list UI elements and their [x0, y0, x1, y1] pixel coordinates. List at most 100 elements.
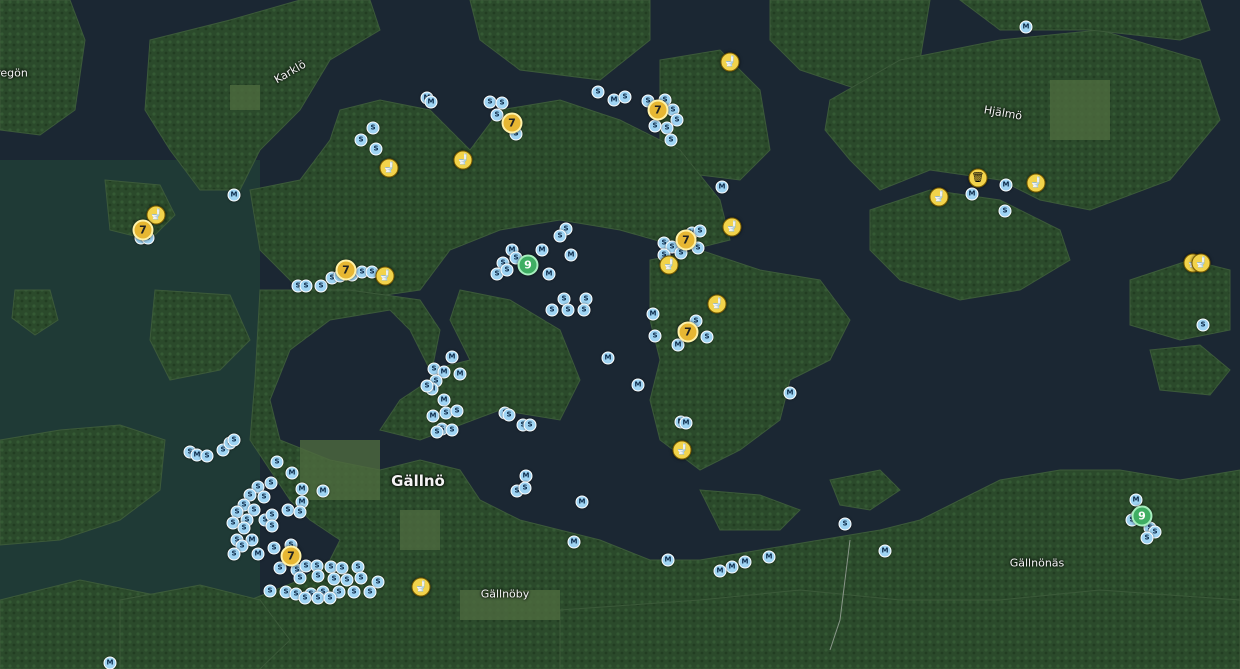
service-marker[interactable]: S — [354, 571, 368, 585]
mooring-marker[interactable]: M — [601, 351, 615, 365]
service-marker[interactable]: S — [553, 229, 567, 243]
service-marker[interactable]: S — [998, 204, 1012, 218]
mooring-marker[interactable]: M — [437, 393, 451, 407]
mooring-marker[interactable]: M — [679, 416, 693, 430]
marker-cluster[interactable]: 9 — [1131, 505, 1153, 527]
service-marker[interactable]: S — [264, 476, 278, 490]
marker-cluster[interactable]: 7 — [501, 112, 523, 134]
service-marker[interactable]: S — [293, 571, 307, 585]
service-marker[interactable]: S — [445, 423, 459, 437]
marker-cluster[interactable]: 9 — [517, 254, 539, 276]
service-marker[interactable]: S — [227, 547, 241, 561]
service-marker[interactable]: S — [340, 573, 354, 587]
service-marker[interactable]: S — [430, 425, 444, 439]
service-marker[interactable]: S — [298, 591, 312, 605]
service-marker[interactable]: S — [281, 503, 295, 517]
service-marker[interactable]: S — [293, 505, 307, 519]
toilet-icon[interactable]: 🚽 — [379, 158, 399, 178]
mooring-marker[interactable]: M — [285, 466, 299, 480]
mooring-marker[interactable]: M — [519, 469, 533, 483]
mooring-marker[interactable]: M — [564, 248, 578, 262]
mooring-marker[interactable]: M — [738, 555, 752, 569]
service-marker[interactable]: S — [311, 569, 325, 583]
mooring-marker[interactable]: M — [227, 188, 241, 202]
service-marker[interactable]: S — [299, 279, 313, 293]
mooring-marker[interactable]: M — [783, 386, 797, 400]
service-marker[interactable]: S — [523, 418, 537, 432]
service-marker[interactable]: S — [263, 584, 277, 598]
marker-cluster[interactable]: 7 — [675, 229, 697, 251]
mooring-marker[interactable]: M — [999, 178, 1013, 192]
service-marker[interactable]: S — [1140, 531, 1154, 545]
toilet-icon[interactable]: 🚽 — [672, 440, 692, 460]
service-marker[interactable]: S — [366, 121, 380, 135]
toilet-icon[interactable]: 🚽 — [453, 150, 473, 170]
marker-cluster[interactable]: 7 — [677, 321, 699, 343]
service-marker[interactable]: S — [265, 519, 279, 533]
mooring-marker[interactable]: M — [295, 482, 309, 496]
service-marker[interactable]: S — [545, 303, 559, 317]
toilet-icon[interactable]: 🚽 — [1026, 173, 1046, 193]
marker-cluster[interactable]: 7 — [647, 99, 669, 121]
mooring-marker[interactable]: M — [661, 553, 675, 567]
mooring-marker[interactable]: M — [575, 495, 589, 509]
service-marker[interactable]: S — [500, 263, 514, 277]
service-marker[interactable]: S — [450, 404, 464, 418]
mooring-marker[interactable]: M — [542, 267, 556, 281]
mooring-marker[interactable]: M — [535, 243, 549, 257]
service-marker[interactable]: S — [323, 591, 337, 605]
service-marker[interactable]: S — [502, 408, 516, 422]
service-marker[interactable]: S — [577, 303, 591, 317]
toilet-icon[interactable]: 🚽 — [720, 52, 740, 72]
mooring-marker[interactable]: M — [713, 564, 727, 578]
toilet-icon[interactable]: 🚽 — [722, 217, 742, 237]
marker-cluster[interactable]: 7 — [280, 545, 302, 567]
marker-cluster[interactable]: 7 — [132, 219, 154, 241]
service-marker[interactable]: S — [369, 142, 383, 156]
mooring-marker[interactable]: M — [567, 535, 581, 549]
service-marker[interactable]: S — [354, 133, 368, 147]
mooring-marker[interactable]: M — [965, 187, 979, 201]
mooring-marker[interactable]: M — [103, 656, 117, 669]
service-marker[interactable]: S — [363, 585, 377, 599]
service-marker[interactable]: S — [257, 490, 271, 504]
toilet-icon[interactable]: 🚽 — [659, 255, 679, 275]
service-marker[interactable]: S — [664, 133, 678, 147]
service-marker[interactable]: S — [648, 329, 662, 343]
mooring-marker[interactable]: M — [1019, 20, 1033, 34]
mooring-marker[interactable]: M — [631, 378, 645, 392]
service-marker[interactable]: S — [227, 433, 241, 447]
mooring-marker[interactable]: M — [453, 367, 467, 381]
toilet-icon[interactable]: 🚽 — [411, 577, 431, 597]
service-marker[interactable]: S — [561, 303, 575, 317]
service-marker[interactable]: S — [420, 379, 434, 393]
service-marker[interactable]: S — [270, 455, 284, 469]
mooring-marker[interactable]: M — [316, 484, 330, 498]
mooring-marker[interactable]: M — [878, 544, 892, 558]
toilet-icon[interactable]: 🚽 — [707, 294, 727, 314]
service-marker[interactable]: S — [838, 517, 852, 531]
toilet-icon[interactable]: 🚽 — [1191, 253, 1211, 273]
mooring-marker[interactable]: M — [646, 307, 660, 321]
mooring-marker[interactable]: M — [725, 560, 739, 574]
satellite-map[interactable]: Karklö Hjälmö Gällnö Gällnöby Gällnönäs … — [0, 0, 1240, 669]
service-marker[interactable]: S — [618, 90, 632, 104]
service-marker[interactable]: S — [648, 119, 662, 133]
service-marker[interactable]: S — [347, 585, 361, 599]
mooring-marker[interactable]: M — [715, 180, 729, 194]
service-marker[interactable]: S — [267, 541, 281, 555]
service-marker[interactable]: S — [700, 330, 714, 344]
service-marker[interactable]: S — [591, 85, 605, 99]
mooring-marker[interactable]: M — [424, 95, 438, 109]
toilet-icon[interactable]: 🚽 — [929, 187, 949, 207]
marker-cluster[interactable]: 7 — [335, 259, 357, 281]
trash-icon[interactable]: 🗑 — [968, 168, 988, 188]
service-marker[interactable]: S — [237, 521, 251, 535]
mooring-marker[interactable]: M — [445, 350, 459, 364]
mooring-marker[interactable]: M — [762, 550, 776, 564]
service-marker[interactable]: S — [1196, 318, 1210, 332]
mooring-marker[interactable]: M — [426, 409, 440, 423]
service-marker[interactable]: S — [327, 572, 341, 586]
toilet-icon[interactable]: 🚽 — [375, 266, 395, 286]
mooring-marker[interactable]: M — [251, 547, 265, 561]
